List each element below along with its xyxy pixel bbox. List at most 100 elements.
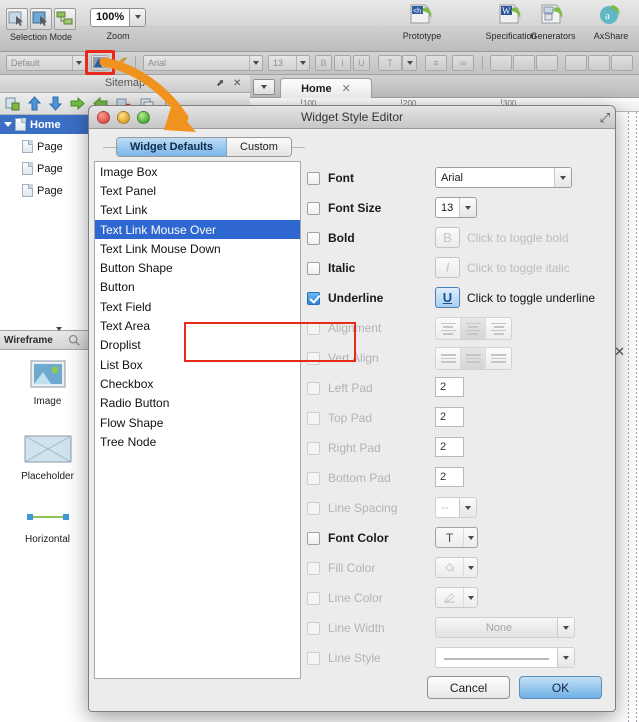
search-icon[interactable] <box>68 334 81 347</box>
line-style-select[interactable] <box>435 647 575 668</box>
checkbox-line-style[interactable] <box>307 651 320 665</box>
cancel-button[interactable]: Cancel <box>427 676 510 699</box>
close-panel-icon[interactable]: ✕ <box>233 78 241 89</box>
font-color-button[interactable]: T <box>378 55 402 71</box>
format-painter-icon[interactable] <box>113 55 130 71</box>
list-item[interactable]: Text Field <box>95 297 300 316</box>
checkbox-italic[interactable] <box>307 261 320 275</box>
checkbox-line-color[interactable] <box>307 591 320 605</box>
link-button[interactable]: ∞ <box>452 55 474 71</box>
checkbox-bottom-pad[interactable] <box>307 471 320 485</box>
valign-bottom-icon[interactable] <box>486 348 511 369</box>
list-item[interactable]: Text Panel <box>95 181 300 200</box>
checkbox-line-spacing[interactable] <box>307 501 320 515</box>
toolbar-group-generators[interactable]: Generators <box>524 2 582 41</box>
connector-icon[interactable] <box>54 8 76 30</box>
cursor-select-icon[interactable] <box>6 8 28 30</box>
valign-middle-icon[interactable] <box>461 348 486 369</box>
checkbox-bold[interactable] <box>307 231 320 245</box>
align-right-icon[interactable] <box>486 318 511 339</box>
valign-middle-button[interactable] <box>588 55 610 71</box>
tab-list-icon[interactable] <box>253 79 275 95</box>
font-color-picker[interactable]: T <box>435 527 478 548</box>
vert-align-button-group[interactable] <box>435 347 512 370</box>
checkbox-underline[interactable] <box>307 291 320 305</box>
font-family-select[interactable]: Arial <box>143 55 263 71</box>
checkbox-font-size[interactable] <box>307 201 320 215</box>
checkbox-font-color[interactable] <box>307 531 320 545</box>
font-size-select[interactable]: 13 <box>435 197 477 218</box>
align-center-button[interactable] <box>513 55 535 71</box>
resize-icon[interactable]: ⤢ <box>600 110 610 126</box>
close-icon[interactable]: ✕ <box>342 82 351 95</box>
widget-image[interactable]: Image <box>0 360 95 407</box>
valign-top-button[interactable] <box>565 55 587 71</box>
list-item[interactable]: Button Shape <box>95 258 300 277</box>
list-item[interactable]: Text Link Mouse Down <box>95 239 300 258</box>
list-item[interactable]: Flow Shape <box>95 413 300 432</box>
widget-type-list[interactable]: Image Box Text Panel Text Link Text Link… <box>94 161 301 679</box>
underline-button[interactable]: U <box>353 55 370 71</box>
chevron-down-icon[interactable] <box>402 55 417 71</box>
valign-bottom-button[interactable] <box>611 55 633 71</box>
align-right-button[interactable] <box>536 55 558 71</box>
toolbar-group-axshare[interactable]: a AxShare <box>586 2 636 41</box>
checkbox-fill-color[interactable] <box>307 561 320 575</box>
add-page-icon[interactable] <box>5 96 20 111</box>
indent-right-icon[interactable] <box>70 97 85 110</box>
align-center-icon[interactable] <box>461 318 486 339</box>
list-item[interactable]: Radio Button <box>95 394 300 413</box>
zoom-combobox[interactable]: 100% <box>90 7 147 27</box>
disclosure-triangle-icon[interactable] <box>4 122 12 127</box>
input-right-pad[interactable]: 2 <box>435 437 464 457</box>
toggle-italic-button[interactable]: I <box>435 257 460 278</box>
list-item[interactable]: Tree Node <box>95 432 300 451</box>
checkbox-right-pad[interactable] <box>307 441 320 455</box>
list-item[interactable]: Image Box <box>95 162 300 181</box>
chevron-down-icon[interactable] <box>55 327 62 349</box>
zoom-dropdown-arrow[interactable] <box>129 8 146 26</box>
align-left-button[interactable] <box>490 55 512 71</box>
toolbar-group-prototype[interactable]: <h Prototype <box>395 2 449 41</box>
fill-color-picker[interactable] <box>435 557 478 578</box>
toggle-bold-button[interactable]: B <box>435 227 460 248</box>
tab-home[interactable]: Home ✕ <box>280 78 372 98</box>
list-item-selected[interactable]: Text Link Mouse Over <box>95 219 300 240</box>
widget-horizontal-line[interactable]: Horizontal <box>0 510 95 545</box>
cursor-region-icon[interactable] <box>30 8 52 30</box>
dialog-titlebar[interactable]: Widget Style Editor ⤢ <box>89 106 615 129</box>
bullet-list-button[interactable]: ≡ <box>425 55 447 71</box>
ok-button[interactable]: OK <box>519 676 602 699</box>
checkbox-vert-align[interactable] <box>307 351 320 365</box>
align-left-icon[interactable] <box>436 318 461 339</box>
tab-widget-defaults[interactable]: Widget Defaults <box>117 138 228 156</box>
list-item[interactable]: Text Area <box>95 316 300 335</box>
checkbox-top-pad[interactable] <box>307 411 320 425</box>
font-size-select[interactable]: 13 <box>268 55 310 71</box>
style-select[interactable]: Default <box>6 55 86 71</box>
input-left-pad[interactable]: 2 <box>435 377 464 397</box>
checkbox-font[interactable] <box>307 171 320 185</box>
widget-placeholder[interactable]: Placeholder <box>0 435 95 482</box>
input-bottom-pad[interactable]: 2 <box>435 467 464 487</box>
toggle-underline-button[interactable]: U <box>435 287 460 308</box>
list-item[interactable]: Checkbox <box>95 374 300 393</box>
checkbox-left-pad[interactable] <box>307 381 320 395</box>
list-item[interactable]: Droplist <box>95 336 300 355</box>
move-up-icon[interactable] <box>28 96 41 111</box>
valign-top-icon[interactable] <box>436 348 461 369</box>
line-color-picker[interactable] <box>435 587 478 608</box>
italic-button[interactable]: I <box>334 55 351 71</box>
checkbox-line-width[interactable] <box>307 621 320 635</box>
move-down-icon[interactable] <box>49 96 62 111</box>
list-item[interactable]: Text Link <box>95 201 300 220</box>
widget-style-editor-button[interactable] <box>91 55 108 71</box>
alignment-button-group[interactable] <box>435 317 512 340</box>
input-top-pad[interactable]: 2 <box>435 407 464 427</box>
tree-item-home[interactable]: Home <box>0 115 95 134</box>
tab-custom[interactable]: Custom <box>227 138 291 156</box>
expand-panel-icon[interactable]: ⬈ <box>216 78 224 89</box>
list-item[interactable]: List Box <box>95 355 300 374</box>
line-spacing-select[interactable]: -- <box>435 497 477 518</box>
bold-button[interactable]: B <box>315 55 332 71</box>
